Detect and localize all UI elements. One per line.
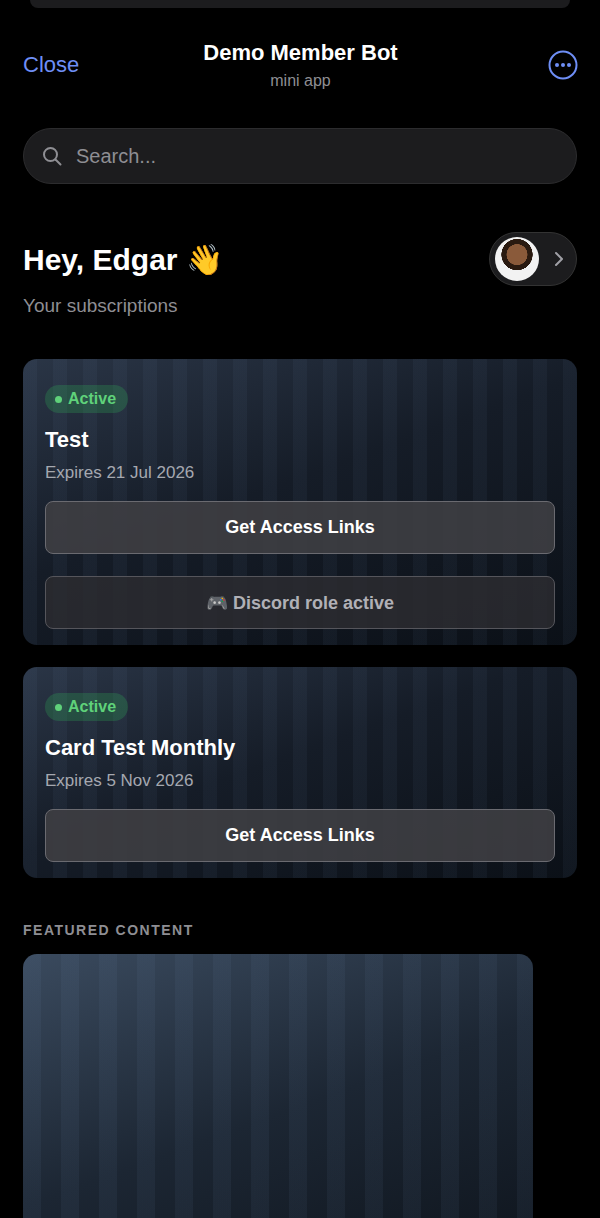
status-label: Active — [68, 390, 116, 408]
sheet-edge — [30, 0, 570, 8]
profile-button[interactable] — [489, 232, 577, 286]
menu-button[interactable] — [488, 50, 578, 80]
greeting-subtitle: Your subscriptions — [23, 295, 223, 317]
expiry-date: Expires 5 Nov 2026 — [45, 771, 555, 791]
status-dot — [55, 396, 62, 403]
discord-status-button: 🎮 Discord role active — [45, 576, 555, 629]
subscription-name: Test — [45, 427, 555, 453]
bot-subtitle: mini app — [270, 72, 330, 90]
avatar-icon — [495, 237, 539, 281]
subscription-name: Card Test Monthly — [45, 735, 555, 761]
button-group: Get Access Links 🎮 Discord role active — [45, 501, 555, 629]
subscription-card: Active Card Test Monthly Expires 5 Nov 202… — [23, 667, 577, 878]
access-links-button[interactable]: Get Access Links — [45, 501, 555, 554]
greeting-text: Hey, Edgar 👋 Your subscriptions — [23, 232, 223, 317]
status-badge: Active — [45, 385, 128, 413]
subscription-card: Active Test Expires 21 Jul 2026 Get Access … — [23, 359, 577, 645]
featured-heading: FEATURED CONTENT — [23, 922, 577, 938]
greeting: Hey, Edgar 👋 Your subscriptions — [23, 232, 577, 317]
more-icon — [548, 50, 578, 80]
search-bar[interactable] — [23, 128, 577, 184]
status-label: Active — [68, 698, 116, 716]
subscription-list: Active Test Expires 21 Jul 2026 Get Access … — [23, 359, 577, 878]
button-group: Get Access Links — [45, 809, 555, 862]
close-button[interactable]: Close — [23, 52, 113, 78]
greeting-title: Hey, Edgar 👋 — [23, 242, 223, 277]
status-dot — [55, 704, 62, 711]
access-links-button[interactable]: Get Access Links — [45, 809, 555, 862]
search-icon — [42, 146, 62, 166]
bot-title: Demo Member Bot — [203, 40, 397, 66]
header-bar: Close Demo Member Bot mini app — [0, 8, 600, 110]
chevron-icon — [554, 251, 564, 267]
search-input[interactable] — [74, 144, 558, 169]
featured-card[interactable] — [23, 954, 533, 1218]
title-block: Demo Member Bot mini app — [203, 40, 397, 90]
status-badge: Active — [45, 693, 128, 721]
expiry-date: Expires 21 Jul 2026 — [45, 463, 555, 483]
